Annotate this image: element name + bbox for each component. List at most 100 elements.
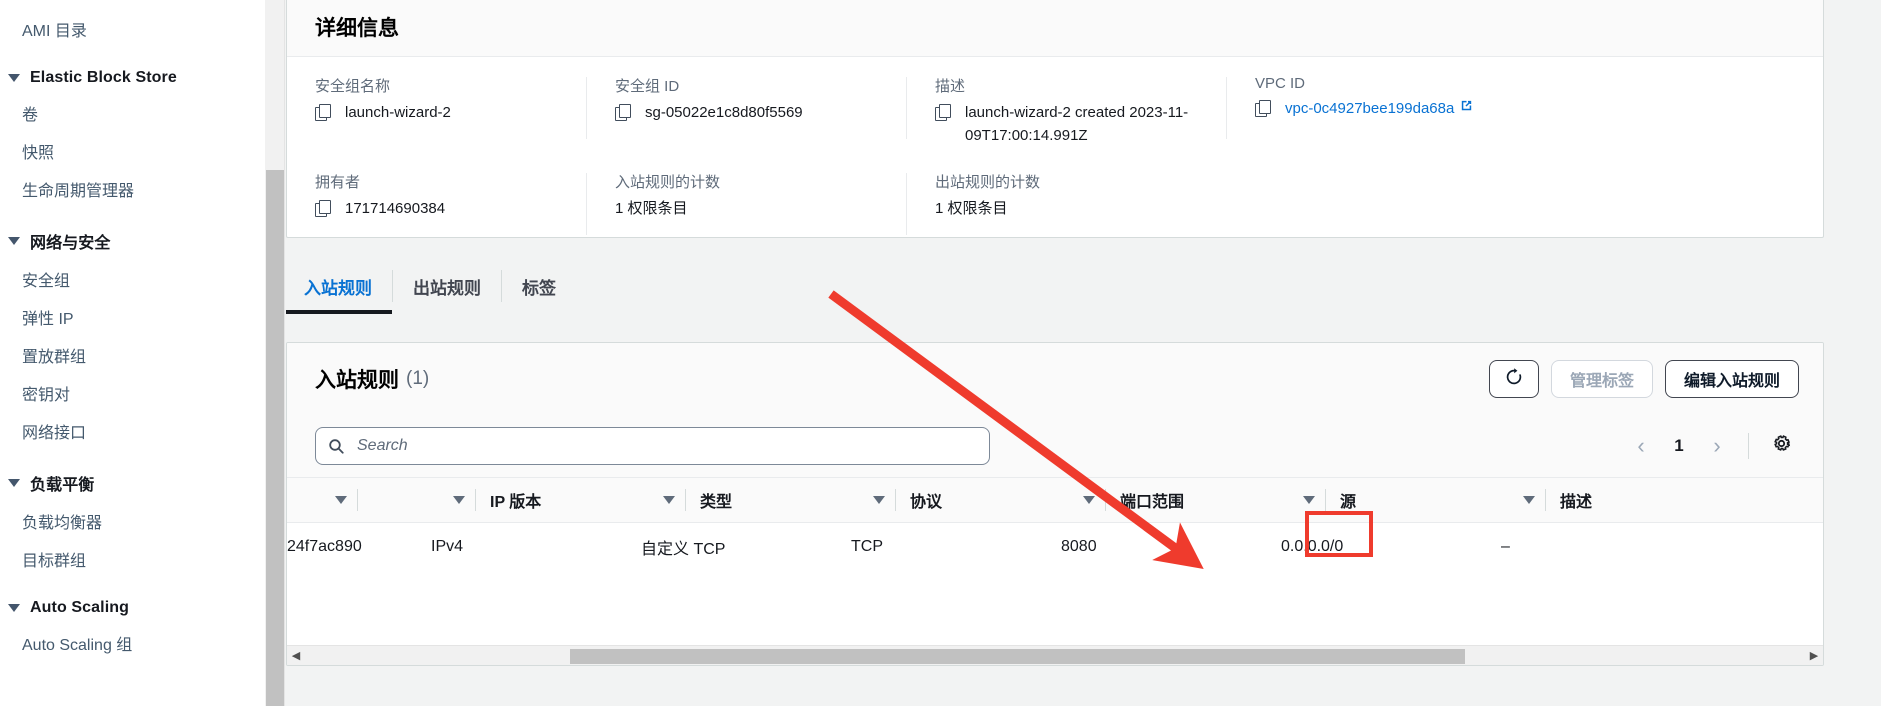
- sidebar-group-header[interactable]: 网络与安全: [0, 222, 265, 260]
- search-box[interactable]: [315, 427, 990, 465]
- details-row-2: 拥有者 171714690384 入站规则的计数 1 权限条目 出站规则的计数 …: [287, 171, 1823, 235]
- search-icon: [328, 438, 345, 455]
- table-header-description[interactable]: 描述: [1523, 478, 1723, 522]
- table-header-label: IP 版本: [490, 494, 542, 511]
- pagination-current-page[interactable]: 1: [1662, 436, 1696, 456]
- sidebar-item-目标群组[interactable]: 目标群组: [0, 540, 265, 578]
- inbound-rules-table: IP 版本 类型 协议 端口范围 源 描述 24f7ac890 IPv4 自定义 TCP TCP…: [287, 477, 1823, 571]
- manage-tags-button[interactable]: 管理标签: [1550, 360, 1653, 398]
- column-divider: [895, 489, 896, 511]
- sidebar-item-快照[interactable]: 快照: [0, 132, 265, 170]
- sidebar-item-生命周期管理器[interactable]: 生命周期管理器: [0, 170, 265, 208]
- table-horizontal-scrollbar[interactable]: ◀ ▶: [287, 645, 1823, 665]
- table-header-ip_version[interactable]: IP 版本: [453, 478, 663, 522]
- copy-icon[interactable]: [1255, 100, 1271, 117]
- column-divider: [1105, 489, 1106, 511]
- tab-标签[interactable]: 标签: [502, 258, 576, 314]
- rules-actions: 管理标签 编辑入站规则: [1488, 360, 1799, 398]
- sidebar-group-header[interactable]: Elastic Block Store: [0, 62, 265, 94]
- sidebar-item-安全组[interactable]: 安全组: [0, 260, 265, 298]
- field-vpc-id-label: VPC ID: [1255, 75, 1306, 92]
- table-header-label: 类型: [700, 494, 733, 511]
- pagination-next-button[interactable]: ›: [1700, 429, 1734, 463]
- table-cell-value: IPv4: [431, 538, 464, 555]
- sidebar-item-密钥对[interactable]: 密钥对: [0, 374, 265, 412]
- table-header-source[interactable]: 源: [1303, 478, 1523, 522]
- sidebar-item-AMI[interactable]: AMI: [0, 0, 265, 10]
- edit-inbound-rules-button[interactable]: 编辑入站规则: [1664, 360, 1799, 398]
- table-header-protocol[interactable]: 协议: [873, 478, 1083, 522]
- field-group-name-label: 安全组名称: [315, 78, 391, 95]
- main-content: 详细信息 安全组名称 launch-wizard-2 安全组 ID sg-050…: [286, 0, 1881, 706]
- sidebar-group-label: Auto Scaling: [30, 599, 129, 616]
- sidebar-item-置放群组[interactable]: 置放群组: [0, 336, 265, 374]
- sort-descending-icon[interactable]: [1523, 496, 1535, 504]
- field-group-name: 安全组名称 launch-wizard-2: [287, 75, 587, 147]
- scroll-right-arrow-icon[interactable]: ▶: [1805, 647, 1823, 665]
- chevron-down-icon: [8, 604, 20, 612]
- sidebar-item-卷[interactable]: 卷: [0, 94, 265, 132]
- scrollbar-track[interactable]: [305, 647, 1805, 665]
- field-owner-label: 拥有者: [315, 174, 361, 191]
- copy-icon[interactable]: [315, 104, 331, 121]
- table-cell-source: 0.0.0.0/0: [1255, 523, 1475, 571]
- sort-descending-icon[interactable]: [453, 496, 465, 504]
- refresh-icon: [1504, 367, 1524, 392]
- field-inbound-count-label: 入站规则的计数: [615, 174, 721, 191]
- chevron-down-icon: [8, 479, 20, 487]
- sort-descending-icon[interactable]: [1303, 496, 1315, 504]
- table-cell-value: 8080: [1061, 538, 1097, 555]
- sidebar-group-label: Elastic Block Store: [30, 69, 177, 86]
- sidebar-group-header[interactable]: Auto Scaling: [0, 592, 265, 624]
- sort-descending-icon[interactable]: [663, 496, 675, 504]
- field-owner-value: 171714690384: [345, 200, 446, 217]
- rules-title: 入站规则: [315, 369, 399, 392]
- table-cell-rule_id: 24f7ac890: [287, 523, 405, 571]
- pagination: ‹ 1 ›: [1624, 429, 1799, 463]
- search-input[interactable]: [355, 436, 977, 456]
- vpc-id-link[interactable]: vpc-0c4927bee199da68a: [1285, 98, 1454, 121]
- sidebar-group-header[interactable]: 负载平衡: [0, 464, 265, 502]
- sidebar-scrollbar-thumb[interactable]: [266, 170, 284, 706]
- refresh-button[interactable]: [1488, 360, 1539, 398]
- field-outbound-count-label: 出站规则的计数: [935, 174, 1041, 191]
- sidebar-item-网络接口[interactable]: 网络接口: [0, 412, 265, 450]
- table-header-type[interactable]: 类型: [663, 478, 873, 522]
- table-preferences-button[interactable]: [1763, 429, 1799, 463]
- copy-icon[interactable]: [935, 104, 951, 121]
- field-owner: 拥有者 171714690384: [287, 171, 587, 235]
- tab-入站规则[interactable]: 入站规则: [286, 258, 392, 314]
- table-cell-description: –: [1475, 523, 1675, 571]
- sidebar-navigation: AMIAMI 目录 Elastic Block Store 卷快照生命周期管理器网络…: [0, 0, 265, 706]
- field-group-name-value: launch-wizard-2: [345, 104, 451, 121]
- sidebar-item-弹性 IP[interactable]: 弹性 IP: [0, 298, 265, 336]
- sidebar-group-2: 网络与安全安全组 弹性 IP 置放群组 密钥对 网络接口: [0, 208, 265, 450]
- details-title: 详细信息: [315, 17, 399, 40]
- sort-descending-icon[interactable]: [335, 496, 347, 504]
- sort-descending-icon[interactable]: [873, 496, 885, 504]
- field-description-label: 描述: [935, 78, 966, 95]
- copy-icon[interactable]: [315, 200, 331, 217]
- tab-出站规则[interactable]: 出站规则: [393, 258, 501, 314]
- sidebar-group-label: 负载平衡: [30, 477, 95, 494]
- table-cell-value: –: [1501, 538, 1510, 555]
- sort-descending-icon[interactable]: [1083, 496, 1095, 504]
- rules-count: (1): [406, 368, 430, 389]
- scrollbar-thumb[interactable]: [570, 648, 1465, 664]
- field-group-id-value: sg-05022e1c8d80f5569: [645, 104, 803, 121]
- copy-icon[interactable]: [615, 104, 631, 121]
- sidebar-item-Auto Scaling 组[interactable]: Auto Scaling 组: [0, 624, 265, 662]
- table-row[interactable]: 24f7ac890 IPv4 自定义 TCP TCP 8080 0.0.0.0/0 –: [287, 523, 1823, 571]
- scroll-left-arrow-icon[interactable]: ◀: [287, 647, 305, 665]
- sidebar-item-AMI 目录[interactable]: AMI 目录: [0, 10, 265, 48]
- table-cell-value: 0.0.0.0/0: [1281, 538, 1344, 555]
- field-description-value: launch-wizard-2 created 2023-11-09T17:00…: [965, 104, 1189, 144]
- pagination-prev-button[interactable]: ‹: [1624, 429, 1658, 463]
- column-divider: [475, 489, 476, 511]
- sidebar-item-负载均衡器[interactable]: 负载均衡器: [0, 502, 265, 540]
- table-header-port_range[interactable]: 端口范围: [1083, 478, 1303, 522]
- column-divider: [685, 489, 686, 511]
- sidebar-group-label: 网络与安全: [30, 235, 111, 252]
- pagination-divider: [1748, 433, 1749, 459]
- field-description-value-wrap: launch-wizard-2 created 2023-11-09T17:00…: [935, 102, 1209, 147]
